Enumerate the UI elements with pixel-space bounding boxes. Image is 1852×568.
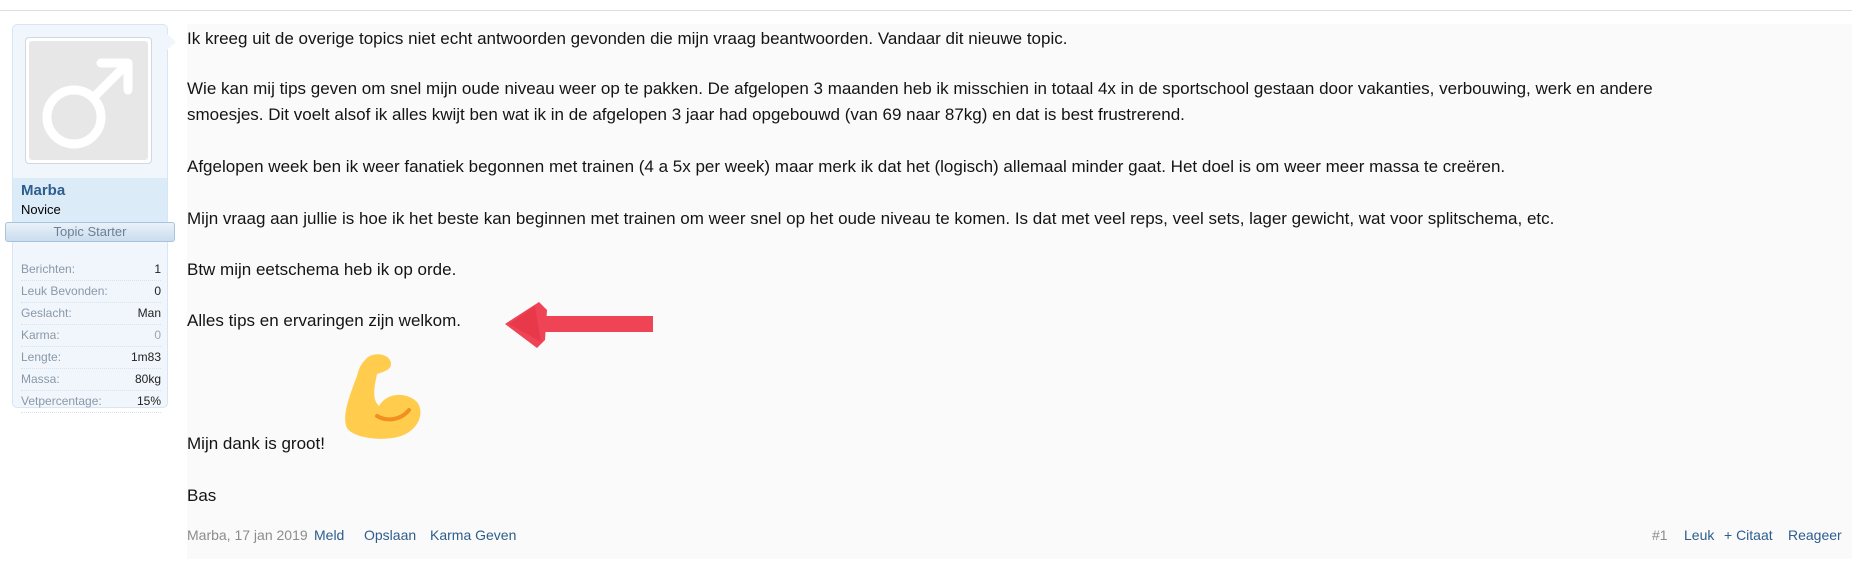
post-line: Afgelopen week ben ik weer fanatiek bego… [187,157,1506,176]
stat-label: Vetpercentage: [21,394,102,408]
post-number-link[interactable]: #1 [1652,527,1668,543]
post-paragraph: Bas [187,483,216,509]
stat-value: 1m83 [130,350,161,364]
stat-value: Man [137,306,161,320]
save-link[interactable]: Opslaan [364,527,416,543]
post-line: Btw mijn eetschema heb ik op orde. [187,260,457,279]
left-arrow-icon [505,302,653,348]
stat-karma: Karma: 0 [21,325,161,347]
flexed-biceps-icon [345,354,421,439]
post-paragraph: Wie kan mij tips geven om snel mijn oude… [187,76,1653,128]
stat-label: Leuk Bevonden: [21,284,108,298]
stat-value: 80kg [134,372,161,386]
post-paragraph: Afgelopen week ben ik weer fanatiek bego… [187,154,1505,180]
post-paragraph: Mijn vraag aan jullie is hoe ik het best… [187,206,1554,232]
post-line: Ik kreeg uit de overige topics niet echt… [187,29,1068,48]
post-line: Mijn vraag aan jullie is hoe ik het best… [187,209,1555,228]
male-symbol-icon [42,58,133,149]
stat-value: 0 [154,284,161,298]
avatar[interactable] [25,37,152,164]
stat-label: Berichten: [21,262,76,276]
topic-starter-badge: Topic Starter [5,222,175,242]
quote-link[interactable]: + Citaat [1724,527,1773,543]
stat-label: Lengte: [21,350,62,364]
post-line: Wie kan mij tips geven om snel mijn oude… [187,79,1653,98]
post-paragraph: Mijn dank is groot! [187,431,325,457]
avatar-placeholder [29,41,148,160]
post-paragraph: Btw mijn eetschema heb ik op orde. [187,257,456,283]
post-line: Bas [187,486,217,505]
stat-value: 0 [154,328,161,342]
reply-link[interactable]: Reageer [1788,527,1842,543]
post-line: Mijn dank is groot! [187,434,325,453]
stat-massa: Massa: 80kg [21,369,161,391]
stat-lengte: Lengte: 1m83 [21,347,161,369]
user-title: Novice [21,202,61,217]
like-link[interactable]: Leuk [1684,527,1714,543]
top-divider [0,10,1852,11]
report-link[interactable]: Meld [314,527,344,543]
user-panel: Marba Novice Topic Starter Berichten: 1 … [5,24,175,413]
stat-label: Geslacht: [21,306,72,320]
post-paragraph: Alles tips en ervaringen zijn welkom. [187,308,461,334]
stat-value: 1 [154,262,161,276]
user-stats: Berichten: 1 Leuk Bevonden: 0 Geslacht: … [21,259,161,413]
post-author-date: Marba, 17 jan 2019 [187,527,308,543]
stat-vetpercentage: Vetpercentage: 15% [21,391,161,413]
post-message: Ik kreeg uit de overige topics niet echt… [187,24,1852,559]
user-panel-pointer [167,34,176,50]
post-line: smoesjes. Dit voelt alsof ik alles kwijt… [187,105,1185,124]
stat-berichten: Berichten: 1 [21,259,161,281]
post-line: Alles tips en ervaringen zijn welkom. [187,311,462,330]
stat-leuk-bevonden: Leuk Bevonden: 0 [21,281,161,303]
stat-value: 15% [136,394,161,408]
post-paragraph: Ik kreeg uit de overige topics niet echt… [187,26,1067,52]
stat-label: Karma: [21,328,60,342]
stat-geslacht: Geslacht: Man [21,303,161,325]
stat-label: Massa: [21,372,60,386]
username-link[interactable]: Marba [21,182,65,199]
give-karma-link[interactable]: Karma Geven [430,527,516,543]
